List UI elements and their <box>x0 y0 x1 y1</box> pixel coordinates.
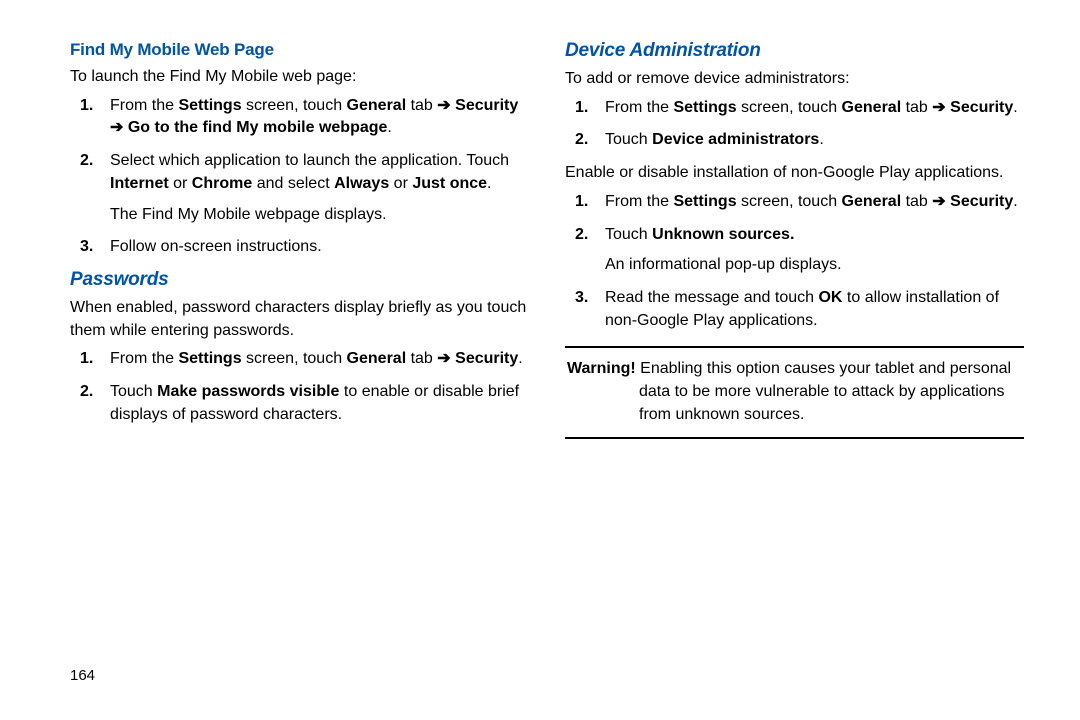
bold-text: Settings <box>673 99 736 116</box>
heading-device-administration: Device Administration <box>565 40 1024 62</box>
steps-device-admin-a: From the Settings screen, touch General … <box>565 97 1024 152</box>
arrow-icon: ➔ <box>110 119 123 136</box>
text: From the <box>110 97 178 114</box>
arrow-icon: ➔ <box>932 193 945 210</box>
bold-text: Security <box>455 97 518 114</box>
step-item: From the Settings screen, touch General … <box>605 191 1024 214</box>
bold-text: Security <box>950 99 1013 116</box>
bold-text: OK <box>818 289 842 306</box>
bold-text: Settings <box>178 97 241 114</box>
step-item: From the Settings screen, touch General … <box>110 95 529 140</box>
arrow-icon: ➔ <box>932 99 945 116</box>
bold-text: Always <box>334 175 389 192</box>
text: . <box>487 175 491 192</box>
text: . <box>1013 99 1017 116</box>
bold-text: General <box>842 193 902 210</box>
bold-text: Security <box>950 193 1013 210</box>
heading-passwords: Passwords <box>70 269 529 291</box>
text: screen, touch <box>737 99 842 116</box>
bold-text: General <box>347 350 407 367</box>
page-number: 164 <box>70 667 95 684</box>
text: From the <box>605 99 673 116</box>
step-item: From the Settings screen, touch General … <box>605 97 1024 120</box>
bold-text: Just once <box>412 175 487 192</box>
intro-passwords: When enabled, password characters displa… <box>70 297 529 342</box>
text: tab <box>406 97 437 114</box>
text: . <box>819 131 823 148</box>
step-subtext: The Find My Mobile webpage displays. <box>110 204 529 227</box>
steps-passwords: From the Settings screen, touch General … <box>70 348 529 426</box>
text: or <box>169 175 192 192</box>
text: screen, touch <box>242 350 347 367</box>
left-column: Find My Mobile Web Page To launch the Fi… <box>70 40 529 690</box>
bold-text: Settings <box>178 350 241 367</box>
step-item: Touch Make passwords visible to enable o… <box>110 381 529 426</box>
right-column: Device Administration To add or remove d… <box>565 40 1024 690</box>
text: Select which application to launch the a… <box>110 152 509 169</box>
text: From the <box>110 350 178 367</box>
step-item: Select which application to launch the a… <box>110 150 529 226</box>
heading-find-my-mobile: Find My Mobile Web Page <box>70 40 529 60</box>
arrow-icon: ➔ <box>437 350 450 367</box>
bold-text: General <box>842 99 902 116</box>
bold-text: Make passwords visible <box>157 383 339 400</box>
bold-text: Unknown sources. <box>652 226 794 243</box>
steps-find-my-mobile: From the Settings screen, touch General … <box>70 95 529 259</box>
bold-text: Security <box>455 350 518 367</box>
text: Follow on-screen instructions. <box>110 238 322 255</box>
bold-text: Device administrators <box>652 131 819 148</box>
step-item: Touch Unknown sources. An informational … <box>605 224 1024 277</box>
arrow-icon: ➔ <box>437 97 450 114</box>
text: or <box>389 175 412 192</box>
bold-text: Go to the find My mobile webpage <box>128 119 388 136</box>
step-item: From the Settings screen, touch General … <box>110 348 529 371</box>
bold-text: General <box>347 97 407 114</box>
text: Touch <box>605 131 652 148</box>
bold-text: Chrome <box>192 175 252 192</box>
warning-text: Enabling this option causes your tablet … <box>636 360 1011 422</box>
manual-page: Find My Mobile Web Page To launch the Fi… <box>0 0 1080 720</box>
text: tab <box>901 193 932 210</box>
text: screen, touch <box>242 97 347 114</box>
text: Touch <box>110 383 157 400</box>
text: . <box>518 350 522 367</box>
bold-text: Internet <box>110 175 169 192</box>
text: tab <box>901 99 932 116</box>
text: . <box>387 119 391 136</box>
warning-label: Warning! <box>567 360 636 377</box>
step-item: Follow on-screen instructions. <box>110 236 529 259</box>
step-item: Read the message and touch OK to allow i… <box>605 287 1024 332</box>
bold-text: Settings <box>673 193 736 210</box>
text: Touch <box>605 226 652 243</box>
text: . <box>1013 193 1017 210</box>
text: and select <box>252 175 334 192</box>
text: From the <box>605 193 673 210</box>
step-item: Touch Device administrators. <box>605 129 1024 152</box>
text: tab <box>406 350 437 367</box>
intro-device-admin: To add or remove device administrators: <box>565 68 1024 91</box>
step-subtext: An informational pop-up displays. <box>605 254 1024 277</box>
middle-text: Enable or disable installation of non-Go… <box>565 162 1024 185</box>
text: screen, touch <box>737 193 842 210</box>
intro-find-my-mobile: To launch the Find My Mobile web page: <box>70 66 529 89</box>
warning-content: Warning! Enabling this option causes you… <box>567 358 1022 426</box>
text: Read the message and touch <box>605 289 818 306</box>
steps-device-admin-b: From the Settings screen, touch General … <box>565 191 1024 333</box>
warning-box: Warning! Enabling this option causes you… <box>565 346 1024 438</box>
